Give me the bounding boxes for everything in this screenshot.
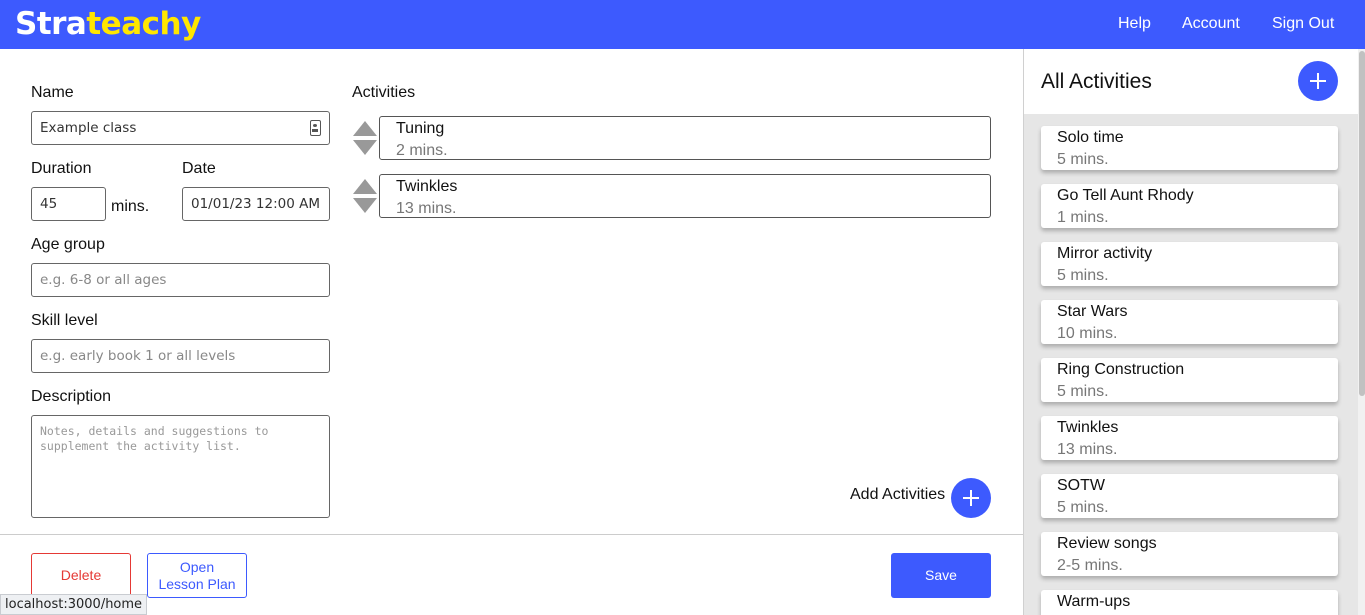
save-button-label: Save <box>925 567 957 583</box>
sidebar-activity-card[interactable]: Warm-ups <box>1041 590 1338 615</box>
date-label: Date <box>182 160 216 177</box>
save-button[interactable]: Save <box>891 553 991 598</box>
delete-button[interactable]: Delete <box>31 553 131 598</box>
sidebar-activity-card[interactable]: Mirror activity 5 mins. <box>1041 242 1338 286</box>
sidebar-activity-duration: 5 mins. <box>1057 383 1109 400</box>
sidebar-header: All Activities <box>1024 49 1358 114</box>
name-label: Name <box>31 84 74 101</box>
all-activities-sidebar: All Activities Solo time 5 mins. Go Tell A… <box>1023 49 1365 615</box>
description-textarea[interactable]: Notes, details and suggestions to supple… <box>31 415 330 518</box>
age-group-placeholder: e.g. 6-8 or all ages <box>40 272 167 288</box>
date-input-value: 01/01/23 12:00 AM <box>191 196 321 212</box>
sidebar-activity-duration: 10 mins. <box>1057 325 1118 342</box>
contact-card-icon <box>310 120 321 136</box>
open-lesson-plan-button[interactable]: Open Lesson Plan <box>147 553 247 598</box>
date-input[interactable]: 01/01/23 12:00 AM <box>182 187 330 221</box>
duration-input-value: 45 <box>40 196 58 212</box>
activity-duration: 2 mins. <box>396 142 448 159</box>
open-label-line2: Lesson Plan <box>158 575 236 592</box>
nav-sign-out-link[interactable]: Sign Out <box>1272 15 1334 33</box>
move-down-arrow-icon[interactable] <box>353 140 377 155</box>
sidebar-activity-duration: 5 mins. <box>1057 151 1109 168</box>
activity-card[interactable]: Tuning 2 mins. <box>379 116 991 160</box>
open-label-line1: Open <box>179 558 215 575</box>
skill-level-label: Skill level <box>31 312 98 329</box>
sidebar-activity-card[interactable]: Review songs 2-5 mins. <box>1041 532 1338 576</box>
skill-level-placeholder: e.g. early book 1 or all levels <box>40 348 236 364</box>
sidebar-activity-duration: 2-5 mins. <box>1057 557 1123 574</box>
activity-card[interactable]: Twinkles 13 mins. <box>379 174 991 218</box>
sidebar-activity-card[interactable]: Twinkles 13 mins. <box>1041 416 1338 460</box>
open-lesson-plan-label: Open Lesson Plan <box>158 559 235 593</box>
sidebar-activity-duration: 1 mins. <box>1057 209 1109 226</box>
move-up-arrow-icon[interactable] <box>353 179 377 194</box>
sidebar-activity-name: Ring Construction <box>1057 361 1185 378</box>
footer-divider <box>0 534 1023 535</box>
sidebar-activity-name: Twinkles <box>1057 419 1119 436</box>
sidebar-activity-duration: 13 mins. <box>1057 441 1118 458</box>
duration-label: Duration <box>31 160 92 177</box>
top-bar: Strateachy Help Account Sign Out <box>0 0 1365 49</box>
sidebar-activity-name: Review songs <box>1057 535 1157 552</box>
sidebar-scroll-thumb[interactable] <box>1359 51 1365 396</box>
skill-level-input[interactable]: e.g. early book 1 or all levels <box>31 339 330 373</box>
new-activity-button[interactable] <box>1298 61 1338 101</box>
sidebar-activity-name: Star Wars <box>1057 303 1128 320</box>
move-up-arrow-icon[interactable] <box>353 121 377 136</box>
sidebar-activity-card[interactable]: Go Tell Aunt Rhody 1 mins. <box>1041 184 1338 228</box>
description-label: Description <box>31 388 112 405</box>
sidebar-activity-card[interactable]: Star Wars 10 mins. <box>1041 300 1338 344</box>
name-input-value: Example class <box>40 120 137 136</box>
activities-label: Activities <box>352 84 416 101</box>
sidebar-scrollbar[interactable] <box>1358 49 1365 615</box>
add-activities-label: Add Activities <box>850 486 946 503</box>
activity-name: Twinkles <box>396 178 458 195</box>
sidebar-activity-name: Solo time <box>1057 129 1124 146</box>
sidebar-title: All Activities <box>1041 70 1152 93</box>
sidebar-activity-name: Go Tell Aunt Rhody <box>1057 187 1194 204</box>
add-activities-button[interactable] <box>951 478 991 518</box>
nav-account-link[interactable]: Account <box>1182 15 1240 33</box>
duration-input[interactable]: 45 <box>31 187 106 221</box>
logo-text-part2: teachy <box>86 6 201 42</box>
name-input[interactable]: Example class <box>31 111 330 145</box>
nav-help-link[interactable]: Help <box>1118 15 1151 33</box>
sidebar-activity-name: SOTW <box>1057 477 1105 494</box>
sidebar-activity-name: Mirror activity <box>1057 245 1153 262</box>
app-logo[interactable]: Strateachy <box>15 5 201 43</box>
sidebar-activity-card[interactable]: Solo time 5 mins. <box>1041 126 1338 170</box>
age-group-input[interactable]: e.g. 6-8 or all ages <box>31 263 330 297</box>
status-url-bar: localhost:3000/home <box>0 594 148 615</box>
age-group-label: Age group <box>31 236 105 253</box>
sidebar-activity-duration: 5 mins. <box>1057 267 1109 284</box>
description-placeholder: Notes, details and suggestions to supple… <box>40 424 269 453</box>
move-down-arrow-icon[interactable] <box>353 198 377 213</box>
sidebar-activity-duration: 5 mins. <box>1057 499 1109 516</box>
sidebar-activity-name: Warm-ups <box>1057 593 1131 610</box>
sidebar-activity-card[interactable]: SOTW 5 mins. <box>1041 474 1338 518</box>
delete-button-label: Delete <box>60 567 102 583</box>
activity-duration: 13 mins. <box>396 200 457 217</box>
sidebar-activity-card[interactable]: Ring Construction 5 mins. <box>1041 358 1338 402</box>
duration-unit: mins. <box>111 198 150 215</box>
activity-name: Tuning <box>396 120 445 137</box>
logo-text-part1: Stra <box>15 6 87 42</box>
